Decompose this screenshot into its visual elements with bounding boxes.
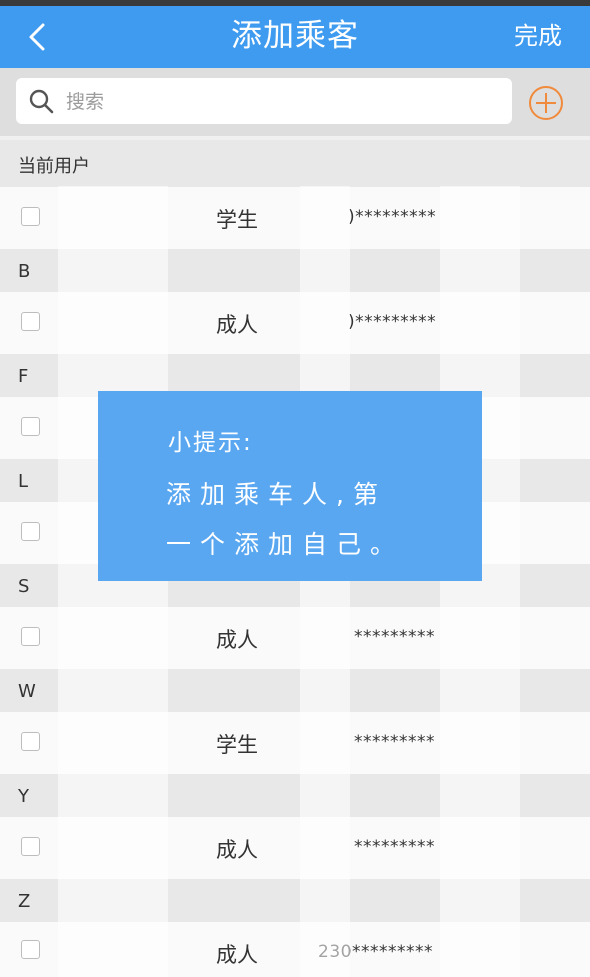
passenger-checkbox[interactable] bbox=[21, 627, 40, 646]
passenger-checkbox[interactable] bbox=[21, 312, 40, 331]
passenger-checkbox[interactable] bbox=[21, 732, 40, 751]
search-box[interactable] bbox=[16, 78, 512, 124]
search-input[interactable] bbox=[64, 86, 488, 118]
passenger-type: 成人 bbox=[216, 313, 258, 337]
passenger-id: ********* bbox=[354, 732, 435, 752]
passenger-id: ********* bbox=[354, 627, 435, 647]
search-bar bbox=[0, 68, 590, 136]
section-label: Y bbox=[18, 786, 29, 807]
section-header: W bbox=[0, 669, 590, 716]
passenger-checkbox[interactable] bbox=[21, 837, 40, 856]
section-header: 当前用户 bbox=[0, 140, 590, 187]
tip-line: 一个添加自己。 bbox=[166, 530, 405, 559]
section-label: L bbox=[18, 471, 29, 492]
section-header: B bbox=[0, 249, 590, 296]
tip-overlay: 小提示: 添加乘车人,第 一个添加自己。 bbox=[98, 391, 482, 581]
passenger-id: 230********* bbox=[318, 942, 433, 962]
passenger-row[interactable]: 成人 ********* bbox=[0, 607, 590, 669]
passenger-checkbox[interactable] bbox=[21, 940, 40, 959]
section-label: 当前用户 bbox=[18, 156, 90, 177]
passenger-row[interactable]: 学生 ********* bbox=[0, 712, 590, 774]
plus-circle-icon[interactable] bbox=[527, 84, 565, 122]
section-label: W bbox=[18, 681, 36, 702]
passenger-id: )********* bbox=[348, 207, 437, 227]
passenger-type: 成人 bbox=[216, 838, 258, 862]
passenger-type: 学生 bbox=[216, 208, 258, 232]
passenger-type: 成人 bbox=[216, 943, 258, 967]
passenger-row[interactable]: 成人 230********* bbox=[0, 922, 590, 977]
passenger-row[interactable]: 成人 )********* bbox=[0, 292, 590, 354]
passenger-checkbox[interactable] bbox=[21, 417, 40, 436]
page-title: 添加乘客 bbox=[231, 18, 359, 54]
passenger-checkbox[interactable] bbox=[21, 207, 40, 226]
section-header: Z bbox=[0, 879, 590, 926]
passenger-id: )********* bbox=[348, 312, 437, 332]
section-label: B bbox=[18, 261, 31, 282]
passenger-type: 学生 bbox=[216, 733, 258, 757]
passenger-row[interactable]: 学生 )********* bbox=[0, 187, 590, 249]
section-label: Z bbox=[18, 891, 31, 912]
section-header: Y bbox=[0, 774, 590, 821]
passenger-row[interactable]: 成人 ********* bbox=[0, 817, 590, 879]
passenger-type: 成人 bbox=[216, 628, 258, 652]
passenger-id: ********* bbox=[354, 837, 435, 857]
section-label: S bbox=[18, 576, 30, 597]
tip-line: 添加乘车人,第 bbox=[166, 480, 387, 509]
done-button[interactable]: 完成 bbox=[514, 20, 562, 52]
passenger-checkbox[interactable] bbox=[21, 522, 40, 541]
section-label: F bbox=[18, 366, 29, 387]
search-icon bbox=[29, 89, 54, 114]
tip-title: 小提示: bbox=[168, 430, 253, 456]
nav-bar: 添加乘客 完成 bbox=[0, 6, 590, 68]
